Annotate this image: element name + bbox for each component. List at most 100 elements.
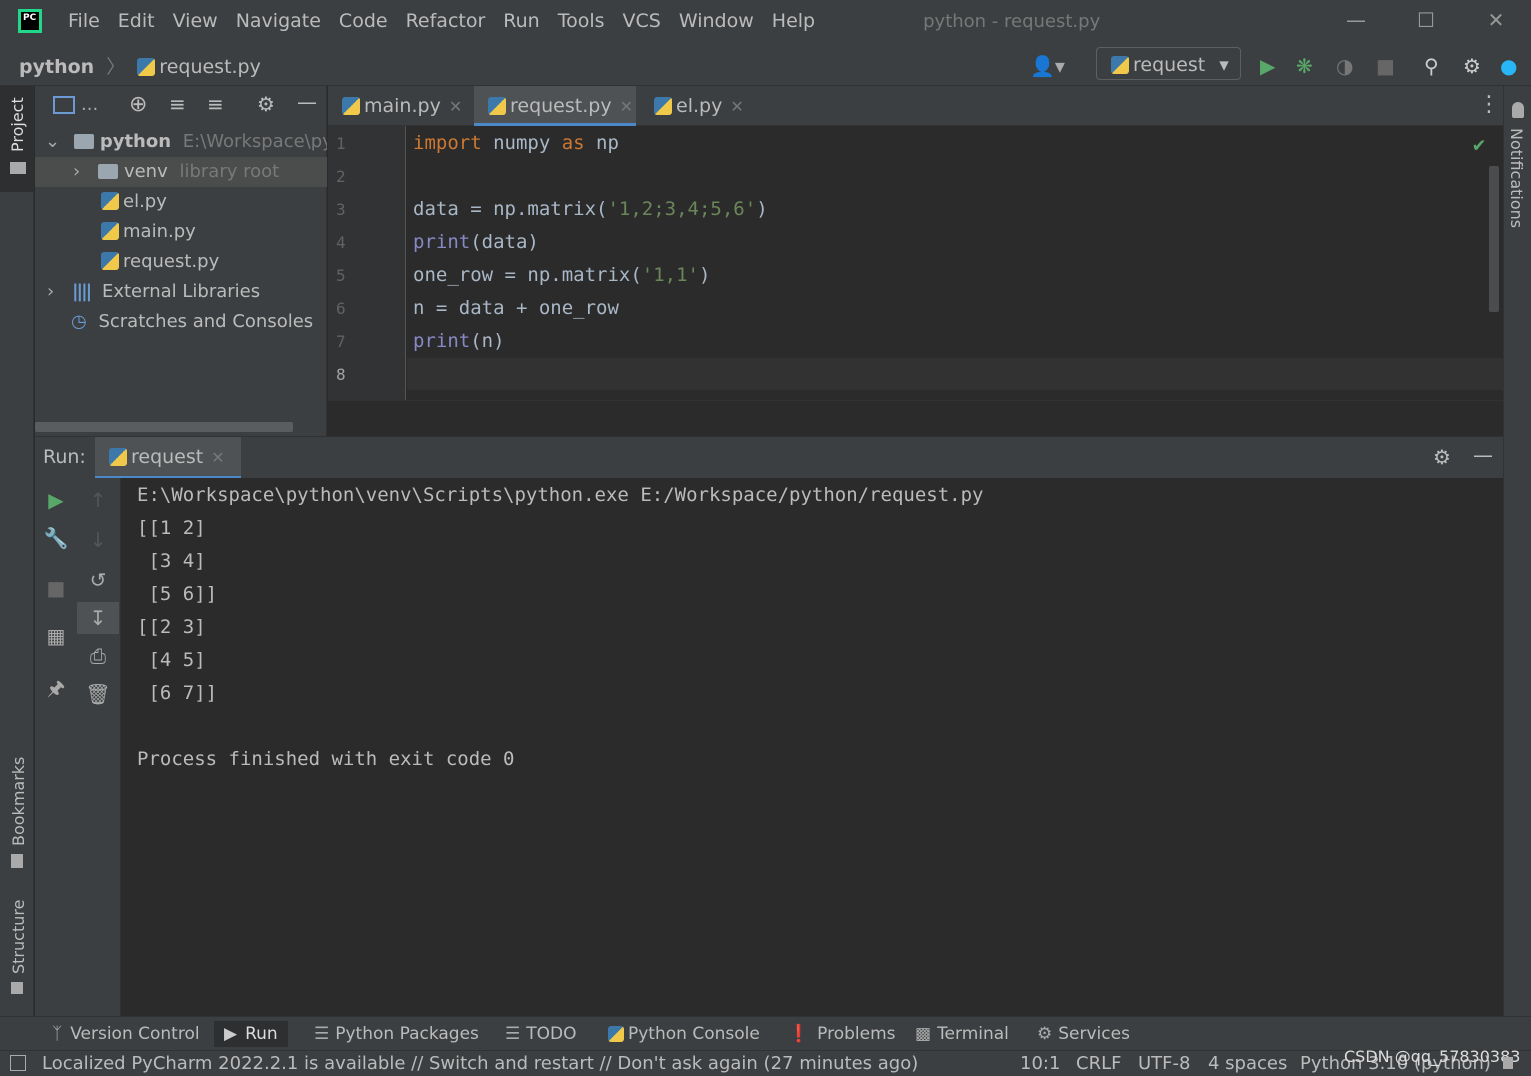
scroll-to-end-icon[interactable]: ↧: [77, 602, 119, 634]
inspection-ok-icon[interactable]: ✔: [1473, 132, 1485, 156]
tool-python-packages[interactable]: ☰ Python Packages: [314, 1024, 479, 1044]
menu-view[interactable]: View: [173, 10, 218, 32]
menu-run[interactable]: Run: [503, 10, 539, 32]
run-tab-request[interactable]: request ✕: [95, 437, 241, 479]
tree-item-scratches[interactable]: ◷ Scratches and Consoles: [35, 307, 327, 337]
code-line: n = data + one_row: [413, 297, 619, 319]
hide-panel-icon[interactable]: —: [297, 90, 317, 114]
menu-refactor[interactable]: Refactor: [406, 10, 486, 32]
horizontal-scrollbar[interactable]: [35, 422, 293, 432]
expand-all-icon[interactable]: ≡: [169, 92, 186, 116]
close-tab-icon[interactable]: ✕: [730, 97, 743, 116]
run-settings-icon[interactable]: ⚙: [1433, 445, 1451, 469]
arrow-up-icon[interactable]: ↑: [77, 488, 119, 512]
coverage-icon[interactable]: ◑: [1336, 54, 1353, 78]
project-view-icon[interactable]: [53, 96, 75, 114]
more-tabs-icon[interactable]: ⋮: [1478, 92, 1500, 117]
wrench-icon[interactable]: 🔧: [35, 526, 77, 550]
project-tool-label[interactable]: Project: [8, 97, 27, 152]
tree-item-request-py[interactable]: request.py: [35, 247, 327, 277]
menu-code[interactable]: Code: [339, 10, 388, 32]
menu-file[interactable]: File: [68, 10, 100, 32]
console-line: Process finished with exit code 0: [137, 748, 515, 770]
menu-edit[interactable]: Edit: [118, 10, 155, 32]
status-message[interactable]: Localized PyCharm 2022.2.1 is available …: [42, 1053, 918, 1074]
project-settings-icon[interactable]: ⚙: [257, 92, 275, 116]
vertical-scrollbar[interactable]: [1489, 166, 1499, 312]
line-number: 3: [336, 200, 346, 219]
search-icon[interactable]: ⚲: [1424, 54, 1439, 78]
arrow-down-icon[interactable]: ↓: [77, 528, 119, 552]
code-editor[interactable]: import numpy as np data = np.matrix('1,2…: [407, 126, 1503, 400]
run-console-output[interactable]: E:\Workspace\python\venv\Scripts\python.…: [121, 478, 1503, 1016]
line-number: 1: [336, 134, 346, 153]
breadcrumb-project[interactable]: python: [19, 56, 94, 78]
rerun-icon[interactable]: ▶: [35, 488, 77, 512]
code-with-me-icon[interactable]: ●: [1500, 54, 1517, 78]
collapse-all-icon[interactable]: ≡: [207, 92, 224, 116]
python-file-icon: [101, 222, 119, 240]
tool-todo[interactable]: ☰ TODO: [505, 1024, 577, 1044]
title-bar: PC File Edit View Navigate Code Refactor…: [0, 0, 1531, 42]
print-icon[interactable]: ⎙: [77, 644, 119, 668]
menu-vcs[interactable]: VCS: [623, 10, 661, 32]
caret-position[interactable]: 10:1: [1020, 1053, 1060, 1074]
tab-request-py[interactable]: request.py ✕: [474, 86, 636, 126]
locate-icon[interactable]: ⊕: [129, 92, 147, 117]
trash-icon[interactable]: 🗑: [77, 682, 119, 706]
branch-icon: ᛉ: [52, 1024, 63, 1044]
tree-item-main-py[interactable]: main.py: [35, 217, 327, 247]
hide-run-panel-icon[interactable]: —: [1473, 443, 1493, 467]
console-line: E:\Workspace\python\venv\Scripts\python.…: [137, 484, 984, 506]
tree-item-el-py[interactable]: el.py: [35, 187, 327, 217]
python-file-icon: [654, 97, 672, 115]
breadcrumb-file[interactable]: request.py: [159, 56, 261, 78]
status-bar: Localized PyCharm 2022.2.1 is available …: [0, 1047, 1531, 1076]
line-separator[interactable]: CRLF: [1076, 1053, 1121, 1074]
layout-icon[interactable]: ▦: [35, 624, 77, 648]
minimize-icon[interactable]: —: [1321, 0, 1391, 42]
tab-el-py[interactable]: el.py ✕: [640, 86, 760, 126]
tool-run[interactable]: ▶ Run: [214, 1021, 288, 1047]
stop-icon[interactable]: ■: [1376, 54, 1395, 78]
close-tab-icon[interactable]: ✕: [211, 448, 224, 467]
tree-root-python[interactable]: ⌄ python E:\Workspace\pyt: [35, 127, 327, 157]
tree-item-external-libraries[interactable]: › |||| External Libraries: [35, 277, 327, 307]
structure-tool-label[interactable]: Structure: [9, 900, 28, 974]
gear-icon[interactable]: ⚙: [1463, 54, 1481, 78]
close-window-icon[interactable]: ✕: [1461, 0, 1531, 42]
toggle-tool-windows-icon[interactable]: [10, 1055, 26, 1071]
notifications-tool-label[interactable]: Notifications: [1507, 128, 1526, 228]
tool-version-control[interactable]: ᛉ Version Control: [52, 1024, 200, 1044]
menu-navigate[interactable]: Navigate: [236, 10, 321, 32]
folder-icon: [10, 162, 26, 174]
close-tab-icon[interactable]: ✕: [449, 97, 462, 116]
maximize-icon[interactable]: ☐: [1391, 0, 1461, 42]
bookmarks-tool-label[interactable]: Bookmarks: [9, 757, 28, 846]
file-encoding[interactable]: UTF-8: [1138, 1053, 1190, 1074]
user-icon[interactable]: 👤▾: [1030, 54, 1065, 78]
tree-file-label: el.py: [123, 191, 167, 212]
tab-main-py[interactable]: main.py ✕: [328, 86, 470, 126]
tool-terminal[interactable]: ▩ Terminal: [915, 1024, 1009, 1044]
run-icon[interactable]: ▶: [1260, 54, 1275, 78]
indent-setting[interactable]: 4 spaces: [1208, 1053, 1287, 1074]
tool-services[interactable]: ⚙ Services: [1037, 1024, 1130, 1044]
python-icon: [608, 1026, 624, 1042]
console-line: [[2 3]: [137, 616, 206, 638]
tool-python-console[interactable]: Python Console: [608, 1024, 760, 1044]
line-number: 2: [336, 167, 346, 186]
tool-problems[interactable]: ❗ Problems: [788, 1024, 896, 1044]
lock-icon[interactable]: [1503, 1057, 1513, 1069]
menu-tools[interactable]: Tools: [558, 10, 605, 32]
run-config-selector[interactable]: request ▾: [1096, 47, 1241, 80]
tree-item-venv[interactable]: › venv library root: [35, 157, 327, 187]
stop-icon[interactable]: ■: [35, 576, 77, 600]
pin-icon[interactable]: 🖈: [35, 674, 77, 708]
debug-icon[interactable]: ❋: [1296, 54, 1313, 78]
soft-wrap-icon[interactable]: ↺: [77, 568, 119, 592]
close-tab-icon[interactable]: ✕: [620, 97, 633, 116]
menu-help[interactable]: Help: [772, 10, 815, 32]
menu-window[interactable]: Window: [679, 10, 754, 32]
line-number: 8: [336, 365, 346, 384]
